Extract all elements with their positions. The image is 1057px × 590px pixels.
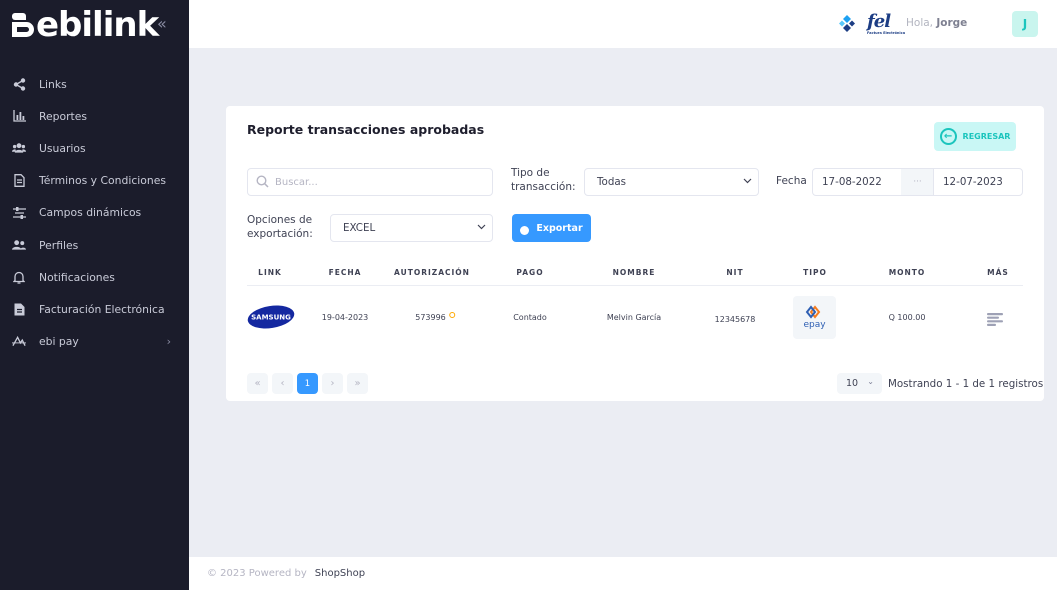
sidebar-item-label: Reportes xyxy=(39,109,88,123)
sidebar-item-label: Campos dinámicos xyxy=(39,206,142,220)
col-header-link[interactable]: LINK xyxy=(258,268,282,277)
invoice-icon xyxy=(12,302,26,316)
page-1-button[interactable]: 1 xyxy=(297,373,318,394)
export-icon xyxy=(520,225,530,235)
cell-autorizacion: 573996 xyxy=(415,312,455,322)
cell-fecha: 19-04-2023 xyxy=(321,313,369,322)
sidebar: ebilink « Links Reportes Usuarios Términ xyxy=(0,0,189,590)
report-card: Reporte transacciones aprobadas ← REGRES… xyxy=(226,106,1044,401)
cell-pago: Contado xyxy=(513,313,547,322)
sidebar-item-label: Facturación Electrónica xyxy=(39,302,165,316)
svg-text:SAMSUNG: SAMSUNG xyxy=(251,314,291,322)
sidebar-item-perfiles[interactable]: Perfiles xyxy=(0,229,189,261)
chevron-down-icon xyxy=(477,224,486,230)
col-header-autorizacion[interactable]: AUTORIZACIÓN xyxy=(394,268,470,277)
collapse-sidebar-icon[interactable]: « xyxy=(157,14,167,33)
col-header-nombre[interactable]: NOMBRE xyxy=(613,268,656,277)
next-page-button[interactable]: › xyxy=(322,373,343,394)
export-options-label: Opciones de exportación: xyxy=(247,214,313,240)
search-field[interactable] xyxy=(247,168,493,196)
topbar: fel Factura Electrónica Hola, Jorge J xyxy=(189,0,1057,48)
date-from-input[interactable]: 17-08-2022 xyxy=(812,168,902,196)
copyright-text: © 2023 Powered by xyxy=(207,568,307,579)
shopshop-link[interactable]: ShopShop xyxy=(315,568,365,579)
export-format-select[interactable]: EXCEL xyxy=(330,214,493,242)
tipo-transaccion-label: Tipo de transacción: xyxy=(511,167,576,193)
sidebar-item-label: Usuarios xyxy=(39,141,86,155)
user-avatar[interactable]: J xyxy=(1012,11,1038,37)
samsung-logo[interactable]: SAMSUNG xyxy=(247,304,295,330)
bell-icon xyxy=(12,270,26,284)
fecha-label: Fecha xyxy=(776,175,807,187)
cell-nombre: Melvin García xyxy=(606,313,662,322)
cell-nit: 12345678 xyxy=(714,315,756,324)
logo-text: ebilink xyxy=(36,5,159,45)
profiles-icon xyxy=(12,238,26,252)
date-range-separator: ··· xyxy=(901,168,934,196)
date-to-input[interactable]: 12-07-2023 xyxy=(933,168,1023,196)
sidebar-item-ebi-pay[interactable]: ebi pay › xyxy=(0,326,189,358)
epay-diamond-icon xyxy=(805,305,820,319)
col-header-fecha[interactable]: FECHA xyxy=(329,268,362,277)
chevron-right-icon: › xyxy=(166,335,171,349)
sidebar-item-label: Links xyxy=(39,77,67,91)
search-icon xyxy=(256,173,269,192)
bar-chart-icon xyxy=(12,109,26,123)
sidebar-item-campos[interactable]: Campos dinámicos xyxy=(0,197,189,229)
chevron-down-icon: ⌄ xyxy=(867,377,874,386)
cell-monto: Q 100.00 xyxy=(888,313,926,322)
kite-logo-icon xyxy=(839,15,855,36)
col-header-nit[interactable]: NIT xyxy=(726,268,743,277)
footer: © 2023 Powered by ShopShop xyxy=(189,557,1057,590)
table-header-divider xyxy=(247,285,1023,286)
sidebar-item-notificaciones[interactable]: Notificaciones xyxy=(0,261,189,293)
page-title: Reporte transacciones aprobadas xyxy=(247,122,485,137)
prev-page-button[interactable]: ‹ xyxy=(272,373,293,394)
epay-logo: epay xyxy=(793,296,836,339)
fel-logo: fel Factura Electrónica xyxy=(867,11,906,35)
sidebar-item-label: Perfiles xyxy=(39,238,79,252)
ebilink-logo-mark xyxy=(12,13,34,37)
sliders-icon xyxy=(12,206,26,220)
status-dot-icon xyxy=(448,312,455,318)
sidebar-item-usuarios[interactable]: Usuarios xyxy=(0,132,189,164)
share-icon xyxy=(12,77,26,91)
tipo-transaccion-select[interactable]: Todas xyxy=(584,168,759,196)
sidebar-item-links[interactable]: Links xyxy=(0,68,189,100)
page-size-select[interactable]: 10 ⌄ xyxy=(837,373,882,394)
records-count: Mostrando 1 - 1 de 1 registros xyxy=(888,378,1044,390)
search-input[interactable] xyxy=(275,176,475,188)
last-page-button[interactable]: » xyxy=(347,373,368,394)
col-header-monto[interactable]: MONTO xyxy=(889,268,926,277)
back-button[interactable]: ← REGRESAR xyxy=(934,122,1016,151)
export-button[interactable]: Exportar xyxy=(512,214,591,242)
ebilink-logo[interactable]: ebilink xyxy=(12,5,159,45)
sidebar-item-label: Notificaciones xyxy=(39,270,115,284)
col-header-mas[interactable]: MÁS xyxy=(987,268,1009,277)
users-icon xyxy=(12,141,26,155)
sidebar-item-reportes[interactable]: Reportes xyxy=(0,100,189,132)
sidebar-item-label: Términos y Condiciones xyxy=(39,174,166,188)
ebi-pay-icon xyxy=(12,335,26,349)
first-page-button[interactable]: « xyxy=(247,373,268,394)
col-header-tipo[interactable]: TIPO xyxy=(803,268,827,277)
arrow-left-circle-icon: ← xyxy=(939,128,957,145)
sidebar-item-terminos[interactable]: Términos y Condiciones xyxy=(0,165,189,197)
sidebar-item-label: ebi pay xyxy=(39,335,79,349)
col-header-pago[interactable]: PAGO xyxy=(516,268,543,277)
sidebar-item-facturacion[interactable]: Facturación Electrónica xyxy=(0,293,189,325)
more-options-icon[interactable] xyxy=(987,311,1003,330)
chevron-down-icon xyxy=(743,178,752,184)
sidebar-nav: Links Reportes Usuarios Términos y Condi… xyxy=(0,68,189,358)
user-greeting: Hola, Jorge xyxy=(906,17,968,29)
document-icon xyxy=(12,174,26,188)
